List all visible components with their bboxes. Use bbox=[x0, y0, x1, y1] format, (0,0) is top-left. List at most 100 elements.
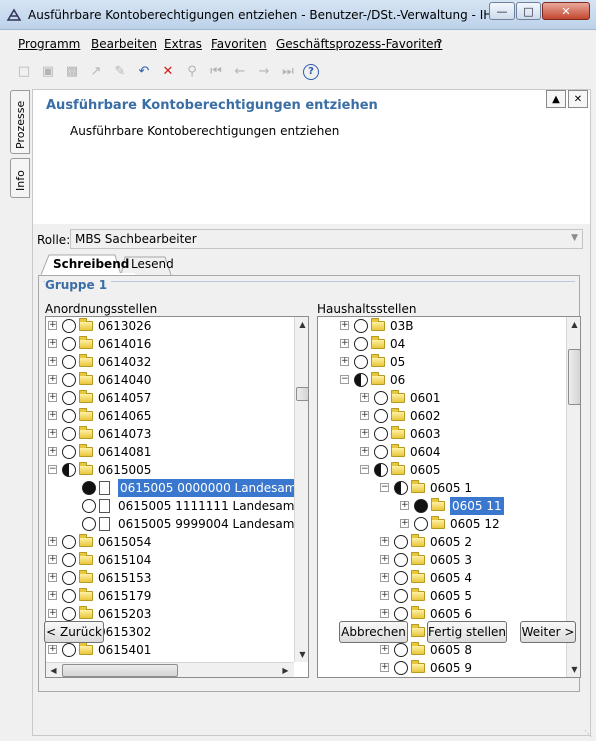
expand-icon[interactable]: + bbox=[380, 591, 389, 600]
expand-icon[interactable]: + bbox=[360, 447, 369, 456]
permission-toggle[interactable] bbox=[394, 535, 408, 549]
menu-programm[interactable]: Programm bbox=[18, 37, 80, 51]
tree-node[interactable]: +0614032 bbox=[46, 353, 294, 371]
permission-toggle[interactable] bbox=[394, 481, 408, 495]
menu-help[interactable]: ? bbox=[436, 37, 442, 51]
scroll-thumb[interactable] bbox=[62, 664, 178, 677]
expand-icon[interactable]: + bbox=[48, 555, 57, 564]
eraser-icon[interactable]: ✎ bbox=[112, 64, 128, 80]
left-vertical-scrollbar[interactable]: ▲ ▼ bbox=[294, 317, 308, 662]
expand-icon[interactable]: + bbox=[360, 429, 369, 438]
permission-toggle[interactable] bbox=[62, 391, 76, 405]
permission-toggle[interactable] bbox=[394, 661, 408, 675]
expand-icon[interactable]: + bbox=[48, 537, 57, 546]
expand-icon[interactable]: + bbox=[380, 663, 389, 672]
tree-node[interactable]: +05 bbox=[318, 353, 566, 371]
permission-toggle[interactable] bbox=[62, 337, 76, 351]
collapse-header-button[interactable]: ▲ bbox=[546, 90, 566, 108]
tree-node[interactable]: +0615401 bbox=[46, 641, 294, 659]
tree-node[interactable]: +0601 bbox=[318, 389, 566, 407]
scroll-left-icon[interactable]: ◀ bbox=[46, 663, 61, 677]
expand-icon[interactable]: + bbox=[48, 393, 57, 402]
minimize-button[interactable]: — bbox=[489, 2, 515, 20]
permission-toggle[interactable] bbox=[374, 463, 388, 477]
expand-icon[interactable]: + bbox=[400, 501, 409, 510]
permission-toggle[interactable] bbox=[414, 499, 428, 513]
tree-node[interactable]: +0605 4 bbox=[318, 569, 566, 587]
tree-node[interactable]: +0604 bbox=[318, 443, 566, 461]
permission-toggle[interactable] bbox=[82, 481, 96, 495]
tree-node[interactable]: +0603 bbox=[318, 425, 566, 443]
menu-geschaeftsprozess-favoriten[interactable]: Geschäftsprozess-Favoriten bbox=[276, 37, 441, 51]
permission-toggle[interactable] bbox=[62, 571, 76, 585]
permission-toggle[interactable] bbox=[82, 517, 96, 531]
expand-icon[interactable]: + bbox=[380, 555, 389, 564]
expand-icon[interactable]: + bbox=[380, 573, 389, 582]
last-icon[interactable]: ⏭ bbox=[280, 64, 296, 80]
first-icon[interactable]: ⏮ bbox=[208, 64, 224, 80]
new-doc-icon[interactable]: □ bbox=[16, 64, 32, 80]
scroll-down-icon[interactable]: ▼ bbox=[567, 662, 580, 677]
scroll-up-icon[interactable]: ▲ bbox=[567, 317, 580, 332]
expand-icon[interactable]: + bbox=[360, 411, 369, 420]
expand-icon[interactable]: + bbox=[48, 339, 57, 348]
permission-toggle[interactable] bbox=[394, 643, 408, 657]
tree-node[interactable]: +0615179 bbox=[46, 587, 294, 605]
cancel-button[interactable]: Abbrechen bbox=[339, 621, 408, 643]
expand-icon[interactable]: + bbox=[380, 537, 389, 546]
permission-toggle[interactable] bbox=[62, 409, 76, 423]
scroll-right-icon[interactable]: ▶ bbox=[278, 663, 293, 677]
tree-node[interactable]: +0605 8 bbox=[318, 641, 566, 659]
tree-node[interactable]: − 0605 bbox=[318, 461, 566, 479]
tree-node[interactable]: 0615005 9999004 Landesamt f bbox=[46, 515, 307, 533]
expand-icon[interactable]: + bbox=[48, 591, 57, 600]
tree-node[interactable]: +0614040 bbox=[46, 371, 294, 389]
permission-toggle[interactable] bbox=[62, 535, 76, 549]
permission-toggle[interactable] bbox=[62, 427, 76, 441]
tree-node[interactable]: +04 bbox=[318, 335, 566, 353]
tree-node[interactable]: +0615153 bbox=[46, 569, 294, 587]
tree-node[interactable]: − 0615005 bbox=[46, 461, 294, 479]
tree-node[interactable]: +0605 2 bbox=[318, 533, 566, 551]
scroll-up-icon[interactable]: ▲ bbox=[295, 317, 308, 332]
prev-icon[interactable]: ← bbox=[232, 64, 248, 80]
scroll-thumb[interactable] bbox=[568, 349, 580, 405]
permission-toggle[interactable] bbox=[62, 589, 76, 603]
search-icon[interactable]: ⚲ bbox=[184, 64, 200, 80]
permission-toggle[interactable] bbox=[374, 427, 388, 441]
tree-node[interactable]: 0615005 1111111 Landesamt f bbox=[46, 497, 307, 515]
expand-icon[interactable]: + bbox=[48, 429, 57, 438]
permission-toggle[interactable] bbox=[354, 373, 368, 387]
permission-toggle[interactable] bbox=[82, 499, 96, 513]
expand-icon[interactable]: + bbox=[48, 357, 57, 366]
collapse-icon[interactable]: − bbox=[48, 465, 57, 474]
tree-node[interactable]: +0605 5 bbox=[318, 587, 566, 605]
permission-toggle[interactable] bbox=[62, 355, 76, 369]
permission-toggle[interactable] bbox=[62, 373, 76, 387]
export-icon[interactable]: ↗ bbox=[88, 64, 104, 80]
tab-lesend[interactable]: Lesend bbox=[123, 254, 180, 275]
expand-icon[interactable]: + bbox=[340, 339, 349, 348]
expand-icon[interactable]: + bbox=[400, 519, 409, 528]
permission-toggle[interactable] bbox=[414, 517, 428, 531]
left-horizontal-scrollbar[interactable]: ◀ ▶ bbox=[46, 662, 294, 677]
save-icon[interactable]: ▣ bbox=[40, 64, 56, 80]
tab-info[interactable]: Info bbox=[10, 158, 30, 198]
menu-favoriten[interactable]: Favoriten bbox=[211, 37, 267, 51]
expand-icon[interactable]: + bbox=[48, 573, 57, 582]
tree-node[interactable]: +0614073 bbox=[46, 425, 294, 443]
tree-node[interactable]: +0614081 bbox=[46, 443, 294, 461]
tree-node[interactable]: +0613026 bbox=[46, 317, 294, 335]
menu-bearbeiten[interactable]: Bearbeiten bbox=[91, 37, 157, 51]
tree-node[interactable]: +0605 12 bbox=[318, 515, 566, 533]
expand-icon[interactable]: + bbox=[48, 411, 57, 420]
permission-toggle[interactable] bbox=[394, 553, 408, 567]
expand-icon[interactable]: + bbox=[380, 645, 389, 654]
expand-icon[interactable]: + bbox=[380, 609, 389, 618]
permission-toggle[interactable] bbox=[62, 319, 76, 333]
permission-toggle[interactable] bbox=[394, 589, 408, 603]
tree-node[interactable]: +0605 11 bbox=[318, 497, 566, 515]
print-icon[interactable]: ▩ bbox=[64, 64, 80, 80]
permission-toggle[interactable] bbox=[394, 571, 408, 585]
delete-icon[interactable]: ✕ bbox=[160, 64, 176, 80]
